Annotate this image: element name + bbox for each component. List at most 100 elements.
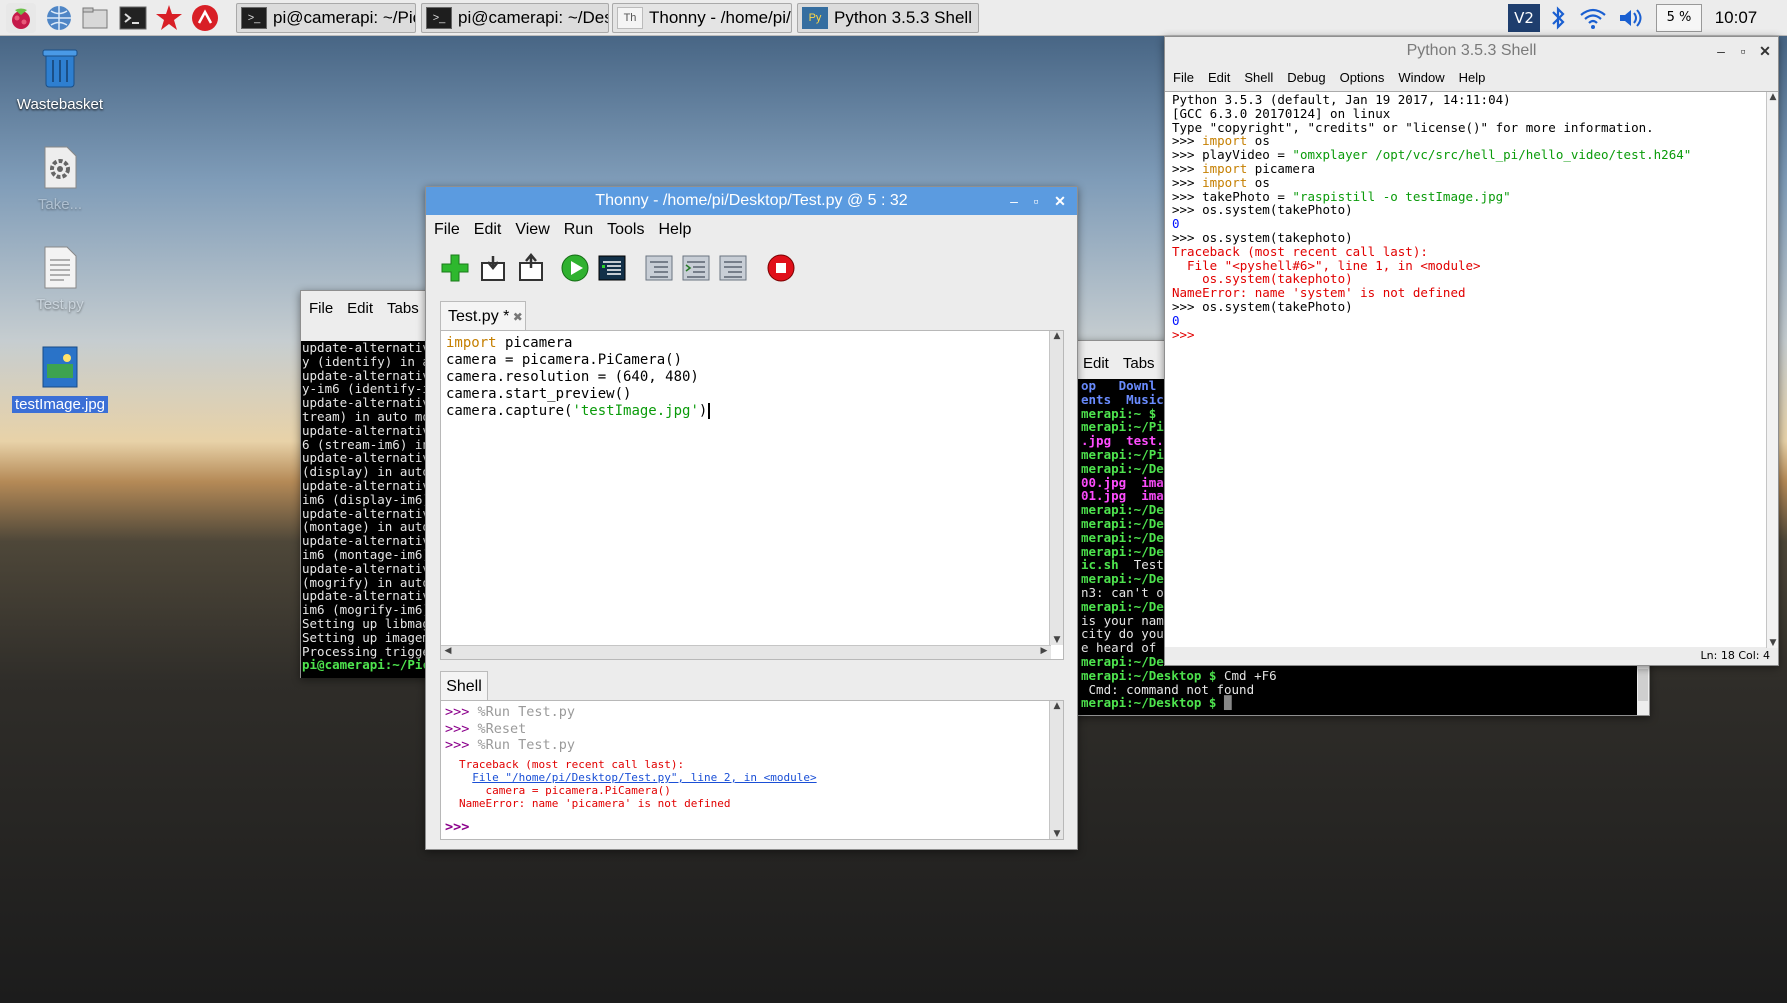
raspberry-menu-icon[interactable] [6,3,36,33]
traceback-file-link[interactable]: File "/home/pi/Desktop/Test.py", line 2,… [472,771,816,784]
close-tab-icon[interactable]: ✖ [509,310,523,324]
terminal-cursor: █ [1216,695,1232,711]
clock[interactable]: 10:07 [1706,4,1766,32]
terminal-line: update-alternativ [302,395,429,411]
minimize-button[interactable]: – [1712,37,1730,65]
desktop-icon-test-py[interactable]: Test.py [10,244,110,313]
menu-tabs[interactable]: Tabs [387,300,419,317]
terminal-scrollbar[interactable] [1638,669,1648,701]
terminal-line: Setting up imagem [302,629,429,645]
terminal-line: update-alternativ [302,533,429,549]
wolfram-icon[interactable] [190,3,220,33]
terminal-line: merapi:~/Desktop $ █ [1081,695,1232,711]
code-editor[interactable]: import picamera camera = picamera.PiCame… [440,330,1064,660]
menu-run[interactable]: Run [564,221,593,238]
terminal-line: (montage) in auto [302,519,429,535]
step-into-icon[interactable] [681,253,711,283]
maximize-button[interactable]: ▫ [1734,37,1752,65]
terminal-line: update-alternativ [302,341,429,355]
terminal-output[interactable]: update-alternativ y (identify) in a update… [301,341,429,678]
open-file-icon[interactable] [478,253,508,283]
menu-file[interactable]: File [1173,70,1194,85]
editor-vertical-scrollbar[interactable]: ▲ ▼ [1049,331,1063,645]
menu-tabs[interactable]: Tabs [1123,355,1155,372]
menu-edit[interactable]: Edit [1208,70,1230,85]
desktop-icon-testimage[interactable]: testImage.jpg [10,344,110,413]
thonny-titlebar: Thonny - /home/pi/Desktop/Test.py @ 5 : … [426,187,1077,215]
python-shell-text[interactable]: Python 3.5.3 (default, Jan 19 2017, 14:1… [1165,91,1778,648]
bluetooth-icon[interactable] [1546,4,1570,32]
menu-edit[interactable]: Edit [474,221,502,238]
scroll-down-icon[interactable]: ▼ [1050,829,1064,839]
run-icon[interactable] [560,253,590,283]
desktop-icon-takephoto[interactable]: Take... [10,144,110,213]
vnc-icon[interactable]: V2 [1508,4,1540,32]
step-out-icon[interactable] [718,253,748,283]
stop-icon[interactable] [766,253,796,283]
terminal-icon[interactable] [118,3,148,33]
terminal-line: update-alternativ [302,560,429,576]
code-text[interactable]: import picamera camera = picamera.PiCame… [446,335,711,420]
thonny-menubar: File Edit View Run Tools Help [426,215,1077,245]
scroll-up-icon[interactable]: ▲ [1050,331,1064,341]
shell-vertical-scrollbar[interactable]: ▲ ▼ [1049,701,1063,839]
thonny-shell[interactable]: >>> %Run Test.py >>> %Reset >>> %Run Tes… [440,700,1064,840]
menu-file[interactable]: File [309,300,333,317]
save-file-icon[interactable] [516,253,546,283]
terminal-line: y-im6 (identify-i [302,381,429,397]
volume-icon[interactable] [1616,4,1644,32]
menu-edit[interactable]: Edit [347,300,373,317]
task-thonny[interactable]: Th Thonny - /home/pi/... [612,3,792,33]
terminal-prompt: pi@camerapi:~/Pic [302,657,429,673]
menu-edit[interactable]: Edit [1083,355,1109,372]
task-python-shell[interactable]: Py Python 3.5.3 Shell [797,3,979,33]
cpu-monitor[interactable]: 5 % [1656,4,1702,32]
thonny-window: Thonny - /home/pi/Desktop/Test.py @ 5 : … [425,186,1078,850]
menu-file[interactable]: File [434,221,460,238]
close-button[interactable]: ✕ [1756,37,1774,65]
editor-horizontal-scrollbar[interactable]: ◀ ▶ [441,645,1051,659]
scroll-down-icon[interactable]: ▼ [1050,635,1064,645]
menu-help[interactable]: Help [658,221,691,238]
close-button[interactable]: ✕ [1051,187,1069,215]
step-over-icon[interactable] [644,253,674,283]
file-manager-icon[interactable] [80,3,110,33]
task-terminal-pictures[interactable]: >_ pi@camerapi: ~/Pict... [236,3,416,33]
terminal-icon: >_ [426,7,452,29]
mathematica-icon[interactable] [154,3,184,33]
shell-vertical-scrollbar[interactable]: ▲ ▼ [1766,92,1778,648]
scroll-up-icon[interactable]: ▲ [1767,92,1779,102]
scroll-down-icon[interactable]: ▼ [1767,638,1779,648]
terminal-line: 6 (stream-im6) in [302,436,429,452]
menu-tools[interactable]: Tools [607,221,644,238]
thonny-icon: Th [617,7,643,29]
minimize-button[interactable]: – [1005,187,1023,215]
menu-shell[interactable]: Shell [1244,70,1273,85]
terminal-line: tream) in auto mo [302,408,429,424]
new-file-icon[interactable] [440,253,470,283]
terminal-line: update-alternativ [302,422,429,438]
menu-debug[interactable]: Debug [1287,70,1325,85]
scroll-left-icon[interactable]: ◀ [441,646,455,656]
terminal-line: im6 (display-im6) [302,491,429,507]
editor-tab-test-py[interactable]: Test.py * ✖ [440,301,526,331]
menu-view[interactable]: View [515,221,549,238]
terminal-line: im6 (mogrify-im6) [302,602,429,618]
web-browser-icon[interactable] [44,3,74,33]
shell-prompt[interactable]: >>> [445,819,469,836]
wifi-icon[interactable] [1578,4,1608,32]
scroll-right-icon[interactable]: ▶ [1037,646,1051,656]
shell-traceback: Traceback (most recent call last): File … [459,758,817,810]
scroll-up-icon[interactable]: ▲ [1050,701,1064,711]
menu-help[interactable]: Help [1459,70,1486,85]
debug-icon[interactable] [597,253,627,283]
desktop-icon-wastebasket[interactable]: Wastebasket [10,44,110,113]
task-terminal-desktop[interactable]: >_ pi@camerapi: ~/Desk... [421,3,609,33]
shell-tab[interactable]: Shell [440,671,488,701]
menu-window[interactable]: Window [1398,70,1444,85]
terminal-line: update-alternativ [302,505,429,521]
maximize-button[interactable]: ▫ [1027,187,1045,215]
terminal-line: Cmd: command not found [1081,681,1255,697]
terminal-line: Processing trigge [302,643,429,659]
menu-options[interactable]: Options [1340,70,1385,85]
